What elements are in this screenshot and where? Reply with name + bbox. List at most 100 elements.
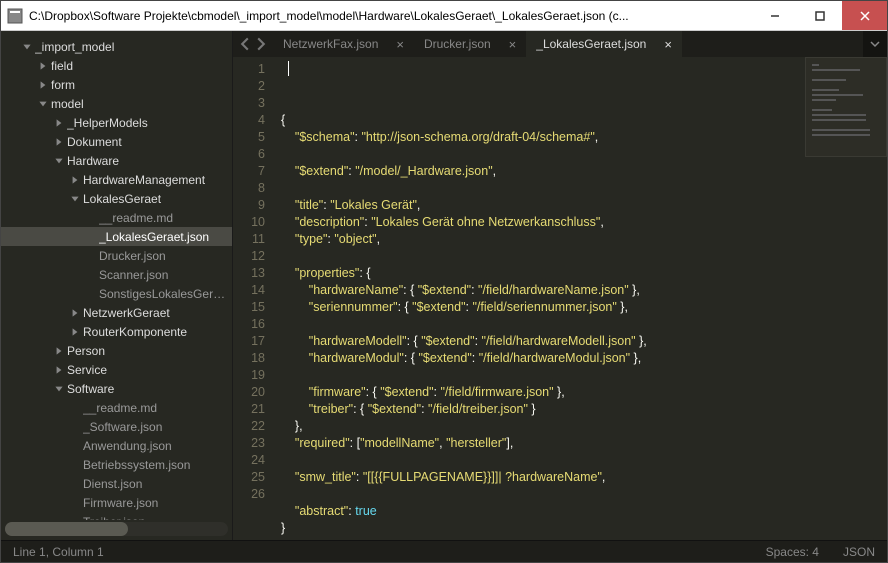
tree-folder[interactable]: model [1,94,232,113]
sidebar: _import_modelfield form model _HelperModels… [1,31,233,540]
tree-file[interactable]: Drucker.json [1,246,232,265]
line-number: 19 [233,367,265,384]
tree-folder[interactable]: Software [1,379,232,398]
tree-file[interactable]: Treiber.json [1,512,232,520]
tree-file[interactable]: Betriebssystem.json [1,455,232,474]
tree-folder[interactable]: LokalesGeraet [1,189,232,208]
line-number: 4 [233,112,265,129]
blank-icon [69,459,81,471]
tree-item-label: _LokalesGeraet.json [99,230,209,244]
tree-item-label: model [51,97,84,111]
tree-item-label: Drucker.json [99,249,166,263]
tree-folder[interactable]: Person [1,341,232,360]
chevron-down-icon [37,98,49,110]
tab-prev-icon[interactable] [238,37,252,51]
window-title: C:\Dropbox\Software Projekte\cbmodel\_im… [29,9,752,23]
code-line: "hardwareModul": { "$extend": "/field/ha… [281,350,887,367]
tree-file[interactable]: Dienst.json [1,474,232,493]
code-line [281,537,887,540]
indent-setting[interactable]: Spaces: 4 [766,545,819,559]
tree-folder[interactable]: HardwareManagement [1,170,232,189]
tab-menu-button[interactable] [863,31,887,57]
minimize-button[interactable] [752,1,797,30]
tab-close-icon[interactable]: × [396,38,404,51]
tab[interactable]: Drucker.json× [414,31,526,57]
line-number: 5 [233,129,265,146]
tree-file[interactable]: _LokalesGeraet.json [1,227,232,246]
text-cursor [288,61,289,76]
chevron-right-icon [53,117,65,129]
chevron-right-icon [69,326,81,338]
chevron-right-icon [53,364,65,376]
blank-icon [69,421,81,433]
blank-icon [69,497,81,509]
tab[interactable]: NetzwerkFax.json × [273,31,414,57]
line-number: 26 [233,486,265,503]
chevron-down-icon [53,383,65,395]
tree-item-label: _Software.json [83,420,162,434]
minimap[interactable] [805,57,887,157]
code-line: "abstract": true [281,503,887,520]
tree-item-label: field [51,59,73,73]
tree-folder[interactable]: _import_model [1,37,232,56]
tab-next-icon[interactable] [254,37,268,51]
tree-folder[interactable]: Hardware [1,151,232,170]
tree-file[interactable]: Scanner.json [1,265,232,284]
chevron-right-icon [37,60,49,72]
tab-close-icon[interactable]: × [509,38,517,51]
tree-item-label: __readme.md [83,401,157,415]
line-number: 3 [233,95,265,112]
code-line [281,180,887,197]
tree-item-label: Firmware.json [83,496,158,510]
line-number: 7 [233,163,265,180]
code-line: "title": "Lokales Gerät", [281,197,887,214]
line-number: 25 [233,469,265,486]
code-line: "smw_title": "[[{{FULLPAGENAME}}]]| ?har… [281,469,887,486]
maximize-button[interactable] [797,1,842,30]
editor-window: C:\Dropbox\Software Projekte\cbmodel\_im… [0,0,888,563]
blank-icon [85,250,97,262]
line-number: 23 [233,435,265,452]
line-number: 17 [233,333,265,350]
syntax-setting[interactable]: JSON [843,545,875,559]
code-editor[interactable]: { "$schema": "http://json-schema.org/dra… [273,57,887,540]
tab[interactable]: _LokalesGeraet.json× [526,31,682,57]
tree-file[interactable]: Firmware.json [1,493,232,512]
tree-file[interactable]: Anwendung.json [1,436,232,455]
line-number: 13 [233,265,265,282]
code-line: "hardwareModell": { "$extend": "/field/h… [281,333,887,350]
tree-item-label: _import_model [35,40,114,54]
tree-folder[interactable]: Dokument [1,132,232,151]
titlebar[interactable]: C:\Dropbox\Software Projekte\cbmodel\_im… [1,1,887,31]
tree-item-label: Person [67,344,105,358]
tree-file[interactable]: __readme.md [1,208,232,227]
sidebar-scrollbar[interactable] [5,522,228,536]
tab-close-icon[interactable]: × [664,38,672,51]
tree-folder[interactable]: NetzwerkGeraet [1,303,232,322]
tree-folder[interactable]: form [1,75,232,94]
tab-label: NetzwerkFax.json [283,37,378,51]
code-line: "type": "object", [281,231,887,248]
blank-icon [69,516,81,521]
tree-file[interactable]: SonstigesLokalesGeraet.json [1,284,232,303]
chevron-right-icon [69,174,81,186]
line-number: 10 [233,214,265,231]
code-line: "treiber": { "$extend": "/field/treiber.… [281,401,887,418]
tree-item-label: NetzwerkGeraet [83,306,170,320]
cursor-position[interactable]: Line 1, Column 1 [13,545,104,559]
tree-folder[interactable]: _HelperModels [1,113,232,132]
code-line: "$extend": "/model/_Hardware.json", [281,163,887,180]
tree-folder[interactable]: Service [1,360,232,379]
tree-folder[interactable]: field [1,56,232,75]
tree-item-label: Dienst.json [83,477,142,491]
blank-icon [69,402,81,414]
tree-file[interactable]: __readme.md [1,398,232,417]
code-line: "properties": { [281,265,887,282]
code-line [281,316,887,333]
line-number: 16 [233,316,265,333]
tree-folder[interactable]: RouterKomponente [1,322,232,341]
tree-item-label: LokalesGeraet [83,192,161,206]
tree-file[interactable]: _Software.json [1,417,232,436]
close-button[interactable] [842,1,887,30]
tree-item-label: Anwendung.json [83,439,172,453]
